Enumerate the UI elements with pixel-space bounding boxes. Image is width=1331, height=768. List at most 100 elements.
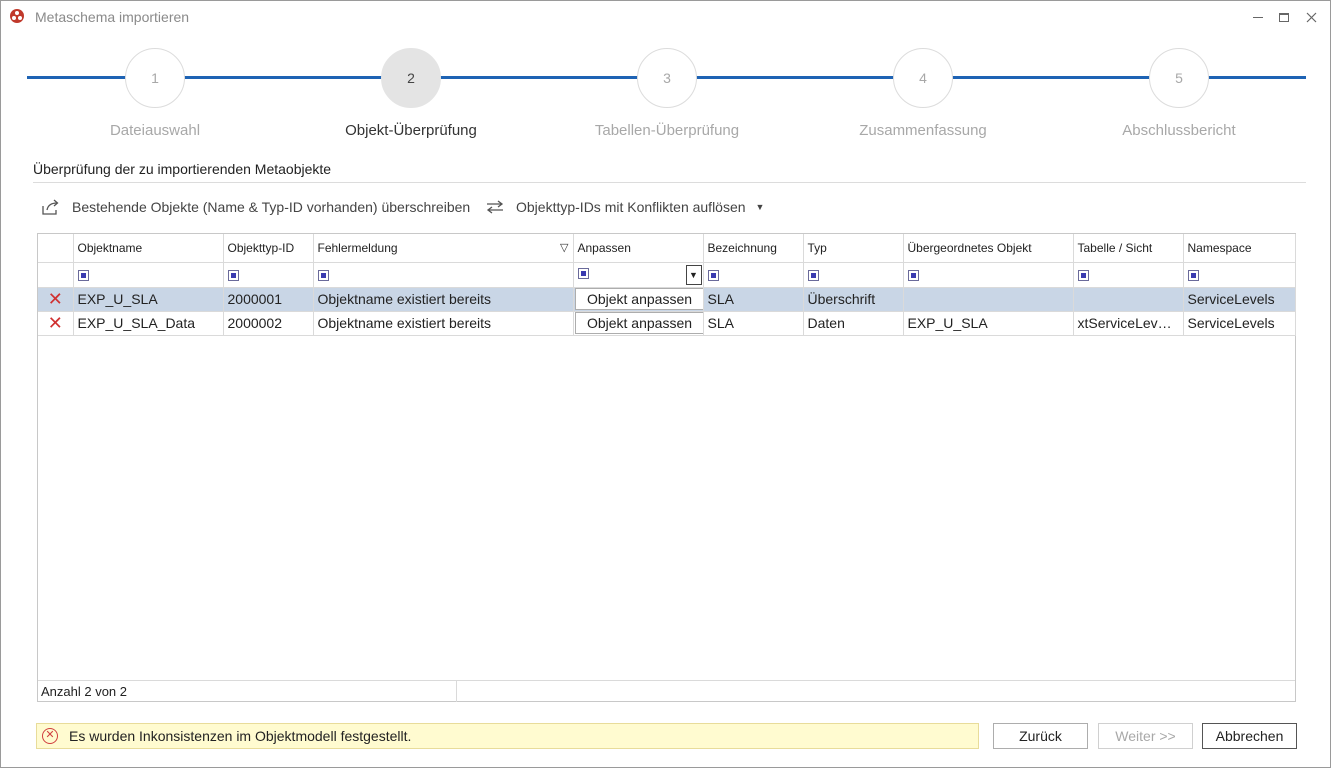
cell-objekttyp-id[interactable]: 2000001 (223, 287, 314, 312)
adjust-object-button[interactable]: Objekt anpassen (574, 312, 702, 334)
error-circle-icon: ✕ (42, 728, 58, 744)
overwrite-existing-label: Bestehende Objekte (Name & Typ-ID vorhan… (72, 199, 471, 215)
filter-condition-icon[interactable] (807, 270, 819, 282)
error-x-icon: ✕ (47, 313, 63, 333)
col-header-objektname[interactable]: Objektname (73, 234, 224, 263)
filter-cell-bezeichnung[interactable] (703, 262, 804, 288)
col-header-bezeichnung[interactable]: Bezeichnung (703, 234, 804, 263)
minimize-icon (1253, 16, 1263, 18)
filter-condition-icon[interactable] (227, 270, 239, 282)
maximize-button[interactable] (1271, 5, 1297, 27)
filter-cell-anpassen[interactable]: ▼ (573, 262, 704, 288)
filter-cell-typ[interactable] (803, 262, 904, 288)
cell-tabelle-sicht[interactable] (1073, 287, 1184, 312)
cell-uebergeordnetes-objekt[interactable]: EXP_U_SLA (903, 311, 1074, 336)
maximize-icon (1279, 12, 1289, 22)
cell-anpassen: Objekt anpassen (573, 311, 704, 336)
share-export-icon (42, 199, 59, 215)
col-header-fehlermeldung-label: Fehlermeldung (317, 240, 398, 255)
step-label: Dateiauswahl (109, 122, 201, 139)
filter-cell-objektname[interactable] (73, 262, 224, 288)
step-label: Objekt-Überprüfung (345, 122, 477, 139)
row-error-indicator: ✕ (38, 287, 74, 312)
filter-cell-fehlermeldung[interactable] (313, 262, 574, 288)
cell-anpassen: Objekt anpassen (573, 287, 704, 312)
filter-condition-icon[interactable] (77, 270, 89, 282)
import-dialog: Metaschema importieren 1 Dateiauswahl 2 … (0, 0, 1331, 768)
row-indicator-header (38, 234, 74, 263)
next-button[interactable]: Weiter >> (1098, 723, 1193, 749)
step-2: 2 Objekt-Überprüfung (321, 48, 501, 139)
cell-typ[interactable]: Überschrift (803, 287, 904, 312)
cell-uebergeordnetes-objekt[interactable] (903, 287, 1074, 312)
filter-cell-uebergeordnetes-objekt[interactable] (903, 262, 1074, 288)
filter-cell-objekttyp-id[interactable] (223, 262, 314, 288)
objects-grid: Objektname Objekttyp-ID Fehlermeldung ▽ A… (37, 233, 1296, 702)
col-header-uebergeordnetes-objekt[interactable]: Übergeordnetes Objekt (903, 234, 1074, 263)
cell-namespace[interactable]: ServiceLevels (1183, 311, 1296, 336)
cell-objektname[interactable]: EXP_U_SLA_Data (73, 311, 224, 336)
footer-divider (456, 681, 457, 702)
title-bar: Metaschema importieren (1, 1, 1330, 33)
step-label: Zusammenfassung (859, 122, 987, 139)
step-5: 5 Abschlussbericht (1089, 48, 1269, 139)
filter-row: ▼ (38, 262, 1296, 288)
filter-funnel-icon[interactable]: ▽ (560, 241, 568, 254)
step-number: 1 (125, 48, 185, 108)
window-title: Metaschema importieren (35, 9, 190, 25)
resolve-conflicts-dropdown[interactable]: Objekttyp-IDs mit Konflikten auflösen ▼ (485, 197, 764, 217)
filter-condition-icon[interactable] (707, 270, 719, 282)
section-title: Überprüfung der zu importierenden Metaob… (33, 161, 332, 177)
adjust-object-button[interactable]: Objekt anpassen (574, 288, 702, 310)
cell-namespace[interactable]: ServiceLevels (1183, 287, 1296, 312)
filter-cell-tabelle-sicht[interactable] (1073, 262, 1184, 288)
section-divider (33, 182, 1306, 183)
back-button[interactable]: Zurück (993, 723, 1088, 749)
col-header-anpassen[interactable]: Anpassen (573, 234, 704, 263)
close-icon (1306, 12, 1316, 23)
app-logo-icon (10, 9, 24, 23)
cell-objekttyp-id[interactable]: 2000002 (223, 311, 314, 336)
col-header-typ[interactable]: Typ (803, 234, 904, 263)
grid-footer: Anzahl 2 von 2 (38, 680, 1295, 702)
row-error-indicator: ✕ (38, 311, 74, 336)
close-button[interactable] (1298, 5, 1324, 27)
status-message-bar: ✕ Es wurden Inkonsistenzen im Objektmode… (36, 723, 979, 749)
filter-cell-indicator (38, 262, 74, 288)
step-number: 5 (1149, 48, 1209, 108)
step-label: Tabellen-Überprüfung (594, 122, 740, 139)
overwrite-existing-button[interactable]: Bestehende Objekte (Name & Typ-ID vorhan… (41, 197, 470, 217)
table-row[interactable]: ✕ EXP_U_SLA_Data 2000002 Objektname exis… (38, 311, 1296, 336)
filter-condition-icon[interactable] (907, 270, 919, 282)
cell-fehlermeldung[interactable]: Objektname existiert bereits (313, 311, 574, 336)
filter-cell-namespace[interactable] (1183, 262, 1296, 288)
cell-objektname[interactable]: EXP_U_SLA (73, 287, 224, 312)
col-header-namespace[interactable]: Namespace (1183, 234, 1296, 263)
filter-condition-icon[interactable] (317, 270, 329, 282)
step-number: 2 (381, 48, 441, 108)
step-3: 3 Tabellen-Überprüfung (577, 48, 757, 139)
col-header-objekttyp-id[interactable]: Objekttyp-ID (223, 234, 314, 263)
resolve-conflicts-label: Objekttyp-IDs mit Konflikten auflösen (516, 199, 746, 215)
filter-condition-icon[interactable] (577, 267, 589, 279)
step-number: 3 (637, 48, 697, 108)
step-4: 4 Zusammenfassung (833, 48, 1013, 139)
cell-typ[interactable]: Daten (803, 311, 904, 336)
swap-arrows-icon (486, 200, 504, 214)
filter-condition-icon[interactable] (1187, 270, 1199, 282)
col-header-tabelle-sicht[interactable]: Tabelle / Sicht (1073, 234, 1184, 263)
table-row[interactable]: ✕ EXP_U_SLA 2000001 Objektname existiert… (38, 287, 1296, 312)
filter-condition-icon[interactable] (1077, 270, 1089, 282)
cell-fehlermeldung[interactable]: Objektname existiert bereits (313, 287, 574, 312)
cell-tabelle-sicht[interactable]: xtServiceLevel… (1073, 311, 1184, 336)
col-header-fehlermeldung[interactable]: Fehlermeldung ▽ (313, 234, 574, 263)
status-message: Es wurden Inkonsistenzen im Objektmodell… (69, 728, 412, 744)
cancel-button[interactable]: Abbrechen (1202, 723, 1297, 749)
minimize-button[interactable] (1245, 5, 1271, 27)
error-x-icon: ✕ (47, 289, 63, 309)
cell-bezeichnung[interactable]: SLA (703, 287, 804, 312)
cell-bezeichnung[interactable]: SLA (703, 311, 804, 336)
step-number: 4 (893, 48, 953, 108)
chevron-down-icon[interactable]: ▼ (685, 264, 702, 285)
step-label: Abschlussbericht (1122, 122, 1236, 139)
